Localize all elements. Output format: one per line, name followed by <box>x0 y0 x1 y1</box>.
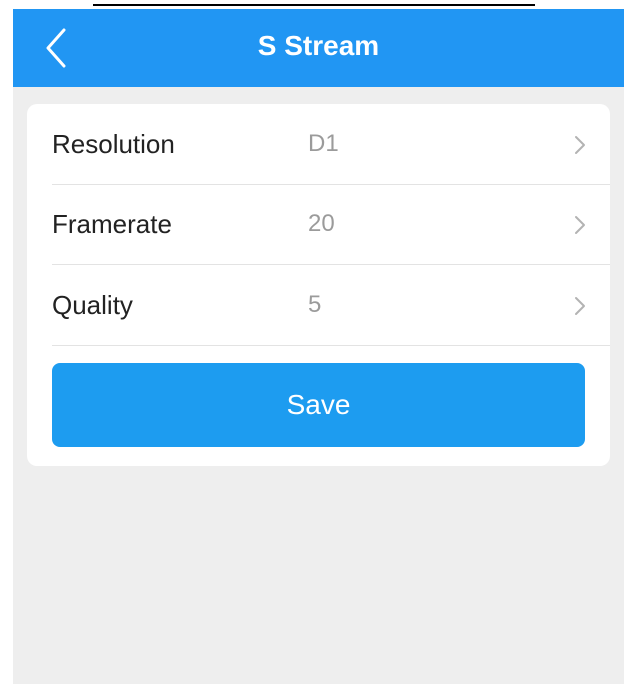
setting-row-framerate[interactable]: Framerate 20 <box>52 184 610 265</box>
setting-row-resolution[interactable]: Resolution D1 <box>52 104 610 185</box>
stream-settings-card: Resolution D1 Framerate 20 Quality 5 Sav… <box>27 104 610 466</box>
chevron-right-icon <box>573 134 587 156</box>
setting-value: 5 <box>308 291 322 318</box>
app-header: S Stream <box>13 9 624 87</box>
setting-label: Framerate <box>52 209 172 239</box>
chevron-right-icon <box>573 295 587 317</box>
mobile-settings-screen: S Stream Resolution D1 Framerate 20 Qual… <box>13 9 624 684</box>
top-border-line <box>93 4 535 6</box>
setting-label: Resolution <box>52 129 175 159</box>
screenshot-page: S Stream Resolution D1 Framerate 20 Qual… <box>0 0 626 684</box>
setting-value: 20 <box>308 210 335 237</box>
setting-row-quality[interactable]: Quality 5 <box>52 265 610 346</box>
page-title: S Stream <box>257 30 380 61</box>
setting-value: D1 <box>308 130 339 157</box>
setting-label: Quality <box>52 290 133 320</box>
save-button[interactable]: Save <box>52 363 585 447</box>
chevron-right-icon <box>573 214 587 236</box>
